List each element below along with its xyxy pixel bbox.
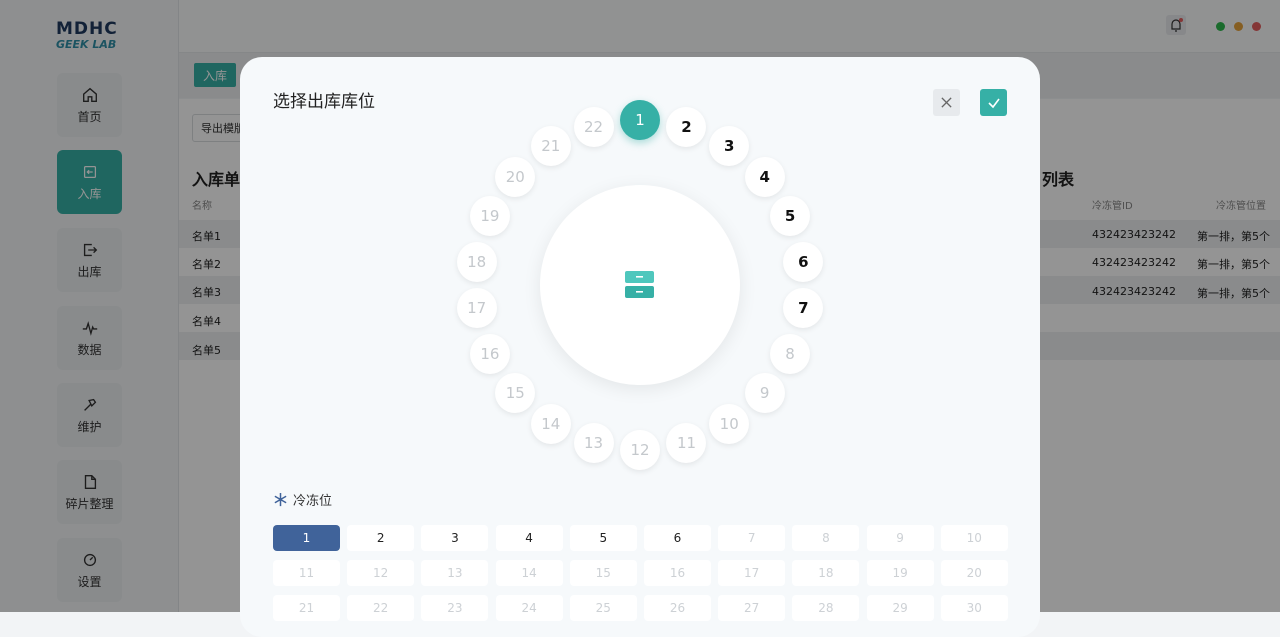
freeze-position-4[interactable]: 4 [495,525,563,551]
rack-slot-2[interactable]: 2 [666,106,707,147]
rack-slot-20[interactable]: 20 [495,156,536,197]
freeze-position-27[interactable]: 27 [718,595,786,621]
rack-slot-11[interactable]: 11 [666,423,707,464]
freeze-position-19[interactable]: 19 [866,560,934,586]
freeze-label-text: 冷冻位 [293,494,333,509]
freeze-section-label: 冷冻位 [273,490,332,509]
rack-slot-10[interactable]: 10 [709,403,750,444]
rack-slot-15[interactable]: 15 [495,373,536,414]
freeze-position-2[interactable]: 2 [347,525,415,551]
freeze-position-9[interactable]: 9 [866,525,934,551]
rack-slot-16[interactable]: 16 [469,333,510,374]
rack-slot-18[interactable]: 18 [456,241,497,282]
rack-center [540,185,740,385]
rack-slot-7[interactable]: 7 [783,288,824,329]
rack-slot-12[interactable]: 12 [620,430,660,470]
freeze-position-21[interactable]: 21 [273,595,340,621]
rack-slot-6[interactable]: 6 [783,241,824,282]
freeze-position-29[interactable]: 29 [866,595,934,621]
freeze-position-1[interactable]: 1 [273,525,340,551]
freeze-position-25[interactable]: 25 [569,595,637,621]
rack-slot-9[interactable]: 9 [744,373,785,414]
freeze-position-6[interactable]: 6 [644,525,711,551]
select-location-dialog: 选择出库库位 1 2 3 4 5 6 7 8 9 10 11 12 13 14 15 16 17 18 19 20 21… [240,57,1040,637]
rack-slot-4[interactable]: 4 [744,156,785,197]
snowflake-icon [274,492,287,507]
freeze-position-26[interactable]: 26 [644,595,711,621]
freeze-position-28[interactable]: 28 [792,595,860,621]
rack-slot-14[interactable]: 14 [530,403,571,444]
freeze-position-12[interactable]: 12 [347,560,415,586]
freeze-position-22[interactable]: 22 [347,595,415,621]
rack-slot-22[interactable]: 22 [573,106,614,147]
freeze-position-10[interactable]: 10 [940,525,1008,551]
rack-slot-19[interactable]: 19 [469,196,510,237]
freeze-position-23[interactable]: 23 [421,595,489,621]
close-icon [941,97,952,108]
rack-slot-13[interactable]: 13 [573,423,614,464]
freeze-position-13[interactable]: 13 [421,560,489,586]
drawer-icon [625,271,654,298]
rack-slot-1[interactable]: 1 [620,100,660,140]
dialog-title: 选择出库库位 [273,92,375,112]
rack-slot-21[interactable]: 21 [530,126,571,167]
freeze-position-16[interactable]: 16 [644,560,711,586]
freeze-position-18[interactable]: 18 [792,560,860,586]
close-button[interactable] [933,89,960,116]
rack-slot-8[interactable]: 8 [770,333,811,374]
freeze-position-7[interactable]: 7 [718,525,786,551]
rack-slot-5[interactable]: 5 [770,196,811,237]
freeze-position-5[interactable]: 5 [569,525,637,551]
freeze-position-15[interactable]: 15 [569,560,637,586]
rack-slot-17[interactable]: 17 [456,288,497,329]
freeze-position-11[interactable]: 11 [273,560,340,586]
freeze-position-20[interactable]: 20 [940,560,1008,586]
freeze-position-8[interactable]: 8 [792,525,860,551]
freeze-position-24[interactable]: 24 [495,595,563,621]
check-icon [987,98,1000,108]
freeze-position-17[interactable]: 17 [718,560,786,586]
confirm-button[interactable] [980,89,1007,116]
freeze-position-3[interactable]: 3 [421,525,489,551]
freeze-position-14[interactable]: 14 [495,560,563,586]
rack-slot-3[interactable]: 3 [709,126,750,167]
freeze-position-30[interactable]: 30 [940,595,1008,621]
